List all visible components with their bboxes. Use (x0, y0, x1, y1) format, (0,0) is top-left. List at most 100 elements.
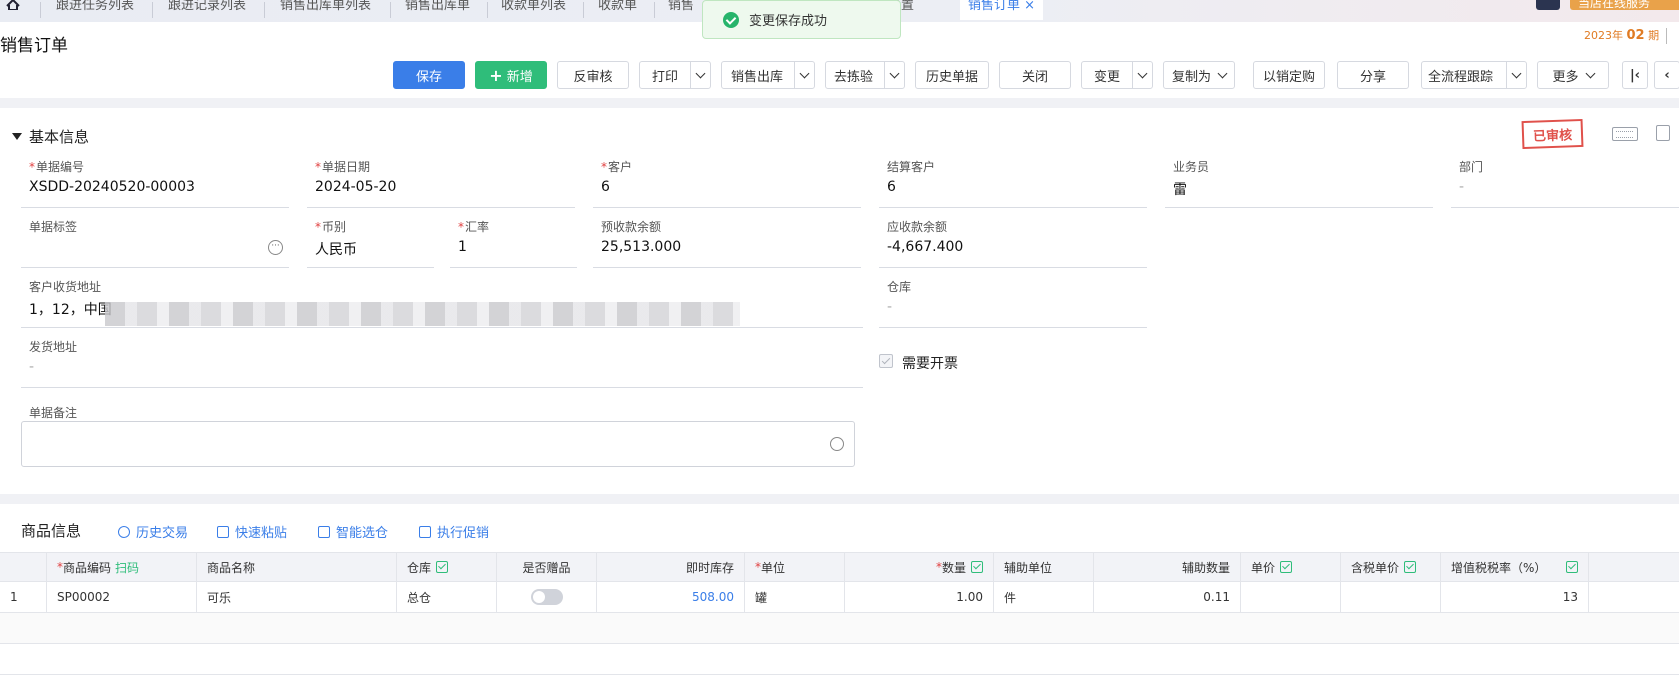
copy-as-button-label: 复制为 (1171, 69, 1211, 85)
row-aux-qty[interactable]: 0.11 (1094, 582, 1241, 612)
customer-value: 6 (601, 179, 610, 195)
ship-address-value: - (29, 359, 35, 375)
change-button[interactable]: 变更 (1081, 61, 1153, 89)
first-page-icon: |‹ (1629, 67, 1641, 83)
remark-input[interactable] (21, 421, 855, 467)
period-indicator[interactable]: 2023年 02 期 (1584, 27, 1659, 43)
salesman-field[interactable]: 业务员 雷 (1165, 158, 1433, 208)
chevron-down-icon (1585, 68, 1595, 78)
plus-icon: + (489, 65, 503, 85)
row-tax-rate[interactable]: 13 (1441, 582, 1589, 612)
close-button[interactable]: 关闭 (999, 61, 1071, 89)
sales-out-button[interactable]: 销售出库 (721, 61, 815, 89)
doc-date-field[interactable]: *单据日期 2024-05-20 (307, 158, 575, 208)
search-button[interactable] (1536, 0, 1560, 10)
currency-field[interactable]: *币别 人民币 (307, 218, 434, 268)
quick-paste-link[interactable]: 快速粘贴 (217, 522, 287, 541)
paste-icon (217, 525, 229, 538)
more-options-icon[interactable]: ··· (268, 240, 283, 255)
home-icon[interactable] (6, 0, 20, 10)
tab-receipt[interactable]: 收款单 (598, 0, 637, 20)
to-pick-dropdown[interactable] (884, 62, 904, 88)
header-index (0, 553, 47, 581)
tag-icon (419, 525, 431, 538)
field-label: 单据标签 (29, 220, 78, 234)
batch-edit-icon[interactable] (971, 561, 983, 573)
field-label: *汇率 (458, 220, 490, 234)
new-button[interactable]: + 新增 (475, 61, 547, 89)
promotion-link[interactable]: 执行促销 (419, 522, 489, 541)
settle-customer-field[interactable]: 结算客户 6 (879, 158, 1147, 208)
tab-sales-order[interactable]: 销售订单 × (960, 0, 1044, 20)
doc-no-field[interactable]: *单据编号 XSDD-20240520-00003 (21, 158, 289, 208)
first-record-button[interactable]: |‹ (1622, 61, 1648, 89)
rate-field[interactable]: *汇率 1 (450, 218, 577, 268)
field-label: *单据编号 (29, 160, 85, 174)
tab-sales-out[interactable]: 销售出库单 (405, 0, 470, 20)
tab-sales[interactable]: 销售 (668, 0, 694, 20)
unaudit-button[interactable]: 反审核 (557, 61, 629, 89)
sale-to-purchase-button[interactable]: 以销定购 (1253, 61, 1325, 89)
scan-button[interactable]: 扫码 (115, 559, 139, 576)
row-aux-unit[interactable]: 件 (994, 582, 1094, 612)
batch-edit-icon[interactable] (1404, 561, 1417, 573)
row-gift[interactable] (497, 582, 597, 612)
invoice-checkbox[interactable] (879, 354, 893, 368)
history-trade-link[interactable]: 历史交易 (118, 522, 188, 541)
tab-receipt-list[interactable]: 收款单列表 (501, 0, 566, 20)
tab-separator (487, 2, 488, 18)
trace-dropdown[interactable] (1506, 62, 1526, 88)
empty-row[interactable] (0, 613, 1679, 644)
tab-sales-out-list[interactable]: 销售出库单列表 (280, 0, 371, 20)
batch-edit-icon[interactable] (1280, 561, 1293, 573)
print-settings-icon[interactable] (1656, 125, 1670, 141)
to-pick-button[interactable]: 去拣验 (825, 61, 905, 89)
field-label: 应收款余额 (887, 220, 948, 234)
warehouse-field[interactable]: 仓库 - (879, 278, 1147, 328)
print-dropdown[interactable] (690, 62, 710, 88)
share-button[interactable]: 分享 (1337, 61, 1409, 89)
salesman-value: 雷 (1173, 182, 1187, 198)
copy-as-button[interactable]: 复制为 (1163, 61, 1235, 89)
batch-edit-icon[interactable] (1566, 561, 1578, 573)
basic-info-toggle[interactable]: 基本信息 (12, 126, 89, 147)
gift-toggle[interactable] (530, 589, 563, 605)
history-docs-button[interactable]: 历史单据 (915, 61, 989, 89)
print-button[interactable]: 打印 (639, 61, 711, 89)
warehouse-icon (318, 525, 330, 538)
department-field[interactable]: 部门 - (1451, 158, 1679, 208)
more-button[interactable]: 更多 (1537, 61, 1609, 89)
row-unit[interactable]: 罐 (745, 582, 845, 612)
batch-edit-icon[interactable] (436, 561, 449, 573)
tab-follow-task-list[interactable]: 跟进任务列表 (56, 0, 134, 20)
trace-button[interactable]: 全流程跟踪 (1421, 61, 1527, 89)
sales-out-button-label: 销售出库 (731, 69, 784, 85)
tab-follow-record-list[interactable]: 跟进记录列表 (168, 0, 246, 20)
empty-row[interactable] (0, 644, 1679, 675)
goods-section-title: 商品信息 (21, 522, 82, 540)
row-price[interactable] (1241, 582, 1341, 612)
emoji-icon[interactable] (830, 437, 844, 451)
table-row[interactable]: 1 SP00002 可乐 总仓 508.00 罐 1.00 件 0.11 13 (0, 582, 1679, 613)
save-button[interactable]: 保存 (393, 61, 465, 89)
row-code[interactable]: SP00002 (47, 582, 197, 612)
smart-warehouse-link[interactable]: 智能选仓 (318, 522, 388, 541)
row-name[interactable]: 可乐 (197, 582, 397, 612)
row-qty[interactable]: 1.00 (845, 582, 994, 612)
row-tax-price[interactable] (1341, 582, 1441, 612)
online-service-badge[interactable]: 当店在线服务 (1570, 0, 1679, 10)
previous-record-button[interactable]: ‹ (1654, 61, 1679, 89)
row-warehouse[interactable]: 总仓 (397, 582, 497, 612)
change-dropdown[interactable] (1132, 62, 1152, 88)
sales-out-dropdown[interactable] (794, 62, 814, 88)
doc-tag-field[interactable]: 单据标签 ··· (21, 218, 289, 268)
link-label: 历史交易 (136, 526, 189, 541)
header-tax-price: 含税单价 (1341, 553, 1441, 581)
field-label: 部门 (1459, 160, 1484, 174)
field-label: 发货地址 (29, 340, 78, 354)
row-stock[interactable]: 508.00 (597, 582, 745, 612)
chevron-down-icon (1511, 68, 1522, 78)
keyboard-icon[interactable] (1612, 127, 1638, 141)
ship-address-field[interactable]: 发货地址 - (21, 338, 863, 388)
customer-field[interactable]: *客户 6 (593, 158, 861, 208)
